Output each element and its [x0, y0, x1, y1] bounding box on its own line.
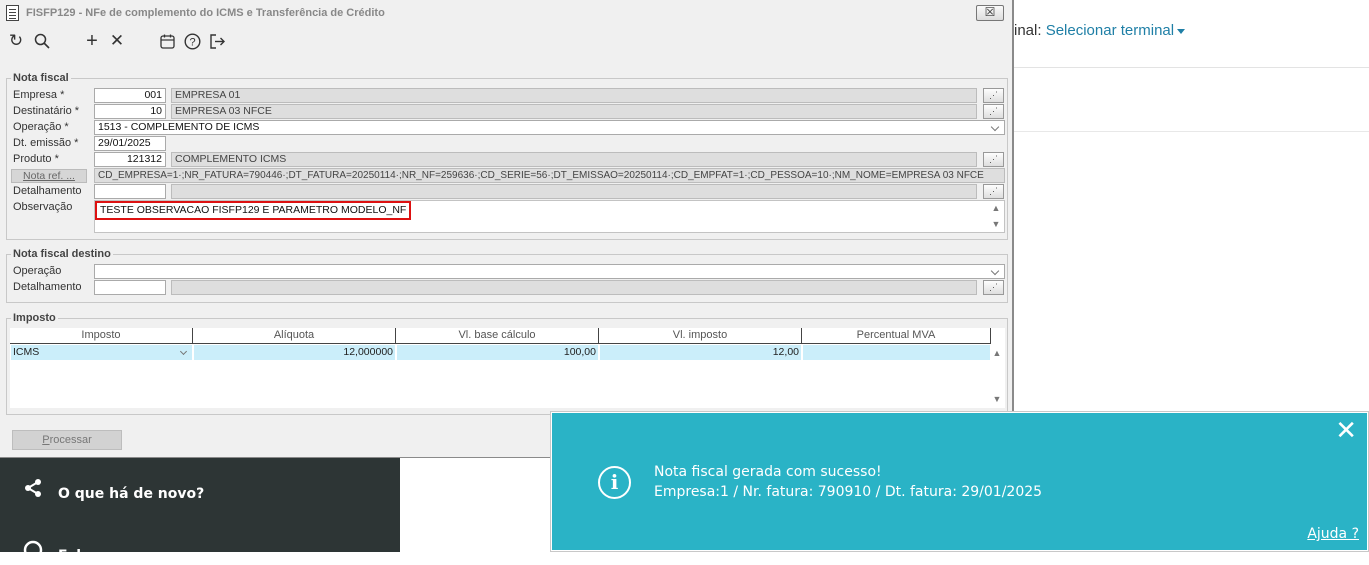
destino-detalhamento-code-input[interactable] — [94, 280, 166, 295]
column-header-imposto[interactable]: Imposto — [10, 328, 193, 344]
grid-scroll-down-icon[interactable]: ▼ — [991, 394, 1003, 404]
imposto-legend: Imposto — [13, 312, 56, 324]
help-icon[interactable]: ? — [181, 30, 203, 52]
window-titlebar[interactable]: FISFP129 - NFe de complemento do ICMS e … — [0, 0, 1012, 26]
add-icon[interactable]: + — [81, 30, 103, 52]
window-close-button[interactable]: ☒ — [976, 5, 1004, 21]
empresa-lookup-button[interactable]: ⋰ — [983, 88, 1004, 103]
produto-name-field: COMPLEMENTO ICMS — [171, 152, 977, 167]
produto-code-input[interactable]: 121312 — [94, 152, 166, 167]
chevron-down-icon[interactable] — [179, 347, 188, 356]
table-cell-base-calculo[interactable]: 100,00 — [397, 345, 598, 360]
destinatario-name-field: EMPRESA 03 NFCE — [171, 104, 977, 119]
toolbar: ↻ + ✕ ? — [0, 30, 300, 54]
table-cell-vl-imposto[interactable]: 12,00 — [600, 345, 801, 360]
window-title: FISFP129 - NFe de complemento do ICMS e … — [26, 7, 385, 19]
observacao-label: Observação — [13, 201, 73, 213]
destinatario-lookup-button[interactable]: ⋰ — [983, 104, 1004, 119]
exit-icon[interactable] — [206, 30, 228, 52]
destino-detalhamento-lookup-button[interactable]: ⋰ — [983, 280, 1004, 295]
destinatario-label: Destinatário * — [13, 105, 80, 117]
column-header-vl-imposto[interactable]: Vl. imposto — [599, 328, 802, 344]
info-icon: i — [598, 466, 631, 499]
delete-icon[interactable]: ✕ — [106, 30, 128, 52]
nota-ref-button[interactable]: Nota ref. ... — [11, 169, 87, 183]
imposto-value: ICMS — [13, 346, 40, 358]
nota-fiscal-legend: Nota fiscal — [13, 72, 69, 84]
select-terminal-link[interactable]: Selecionar terminal — [1046, 22, 1174, 39]
observacao-textarea[interactable]: TESTE OBSERVACAO FISFP129 E PARAMETRO MO… — [94, 200, 1005, 233]
table-cell-mva[interactable] — [803, 345, 990, 360]
processar-mnemonic: P — [42, 434, 50, 446]
dt-emissao-label: Dt. emissão * — [13, 137, 79, 149]
processar-label: rocessar — [49, 434, 92, 446]
caret-down-icon[interactable] — [1177, 28, 1186, 34]
sidebar-item-whats-new[interactable]: O que há de novo? — [22, 478, 204, 503]
svg-text:?: ? — [189, 37, 195, 49]
share-icon — [22, 478, 44, 503]
produto-lookup-button[interactable]: ⋰ — [983, 152, 1004, 167]
column-header-aliquota[interactable]: Alíquota — [193, 328, 396, 344]
nota-ref-field: CD_EMPRESA=1·;NR_FATURA=790446·;DT_FATUR… — [94, 168, 1005, 183]
grid-scroll-up-icon[interactable]: ▲ — [991, 348, 1003, 358]
help-circle-icon — [22, 540, 44, 565]
operacao-select[interactable]: 1513 - COMPLEMENTO DE ICMS — [94, 120, 1005, 135]
terminal-label: inal: — [1014, 22, 1042, 39]
refresh-icon[interactable]: ↻ — [5, 30, 27, 52]
empresa-label: Empresa * — [13, 89, 65, 101]
destino-detalhamento-label: Detalhamento — [13, 281, 82, 293]
scroll-down-icon[interactable]: ▼ — [990, 219, 1002, 229]
column-header-base-calculo[interactable]: Vl. base cálculo — [396, 328, 599, 344]
dt-emissao-input[interactable]: 29/01/2025 — [94, 136, 166, 151]
empresa-name-field: EMPRESA 01 — [171, 88, 977, 103]
destino-operacao-label: Operação — [13, 265, 62, 277]
scroll-up-icon[interactable]: ▲ — [990, 203, 1002, 213]
search-icon[interactable] — [31, 30, 53, 52]
destino-operacao-select[interactable] — [94, 264, 1005, 279]
detalhamento-name-field — [171, 184, 977, 199]
calendar-icon[interactable] — [156, 30, 178, 52]
destinatario-code-input[interactable]: 10 — [94, 104, 166, 119]
observacao-text: TESTE OBSERVACAO FISFP129 E PARAMETRO MO… — [95, 201, 412, 220]
toast-close-icon[interactable]: ✕ — [1335, 417, 1357, 445]
nota-fiscal-destino-legend: Nota fiscal destino — [13, 248, 111, 260]
sidebar-item-label: O que há de novo? — [58, 486, 205, 502]
destino-detalhamento-name-field — [171, 280, 977, 295]
column-header-mva[interactable]: Percentual MVA — [802, 328, 991, 344]
produto-label: Produto * — [13, 153, 59, 165]
terminal-selector[interactable]: inal: Selecionar terminal — [1014, 22, 1186, 39]
empresa-code-input[interactable]: 001 — [94, 88, 166, 103]
table-cell-aliquota[interactable]: 12,000000 — [194, 345, 395, 360]
table-cell-imposto[interactable]: ICMS — [11, 345, 192, 360]
success-toast: ✕ i Nota fiscal gerada com sucesso! Empr… — [551, 412, 1368, 551]
detalhamento-label: Detalhamento — [13, 185, 82, 197]
imposto-grid[interactable]: Imposto Alíquota Vl. base cálculo Vl. im… — [10, 328, 1005, 408]
sidebar-menu: O que há de novo? Fale conosco — [0, 458, 400, 564]
sidebar-item-label: Fale conosco — [58, 548, 160, 564]
sidebar-item-contact[interactable]: Fale conosco — [22, 540, 159, 565]
processar-button[interactable]: Processar — [12, 430, 122, 450]
toast-detail: Empresa:1 / Nr. fatura: 790910 / Dt. fat… — [654, 484, 1043, 500]
toast-help-link[interactable]: Ajuda ? — [1307, 526, 1359, 542]
divider — [1014, 131, 1369, 132]
detalhamento-code-input[interactable] — [94, 184, 166, 199]
document-icon — [6, 5, 19, 21]
toast-title: Nota fiscal gerada com sucesso! — [654, 464, 882, 480]
fisfp129-window: FISFP129 - NFe de complemento do ICMS e … — [0, 0, 1014, 458]
detalhamento-lookup-button[interactable]: ⋰ — [983, 184, 1004, 199]
terminal-header: inal: Selecionar terminal — [1014, 0, 1369, 68]
operacao-label: Operação * — [13, 121, 69, 133]
